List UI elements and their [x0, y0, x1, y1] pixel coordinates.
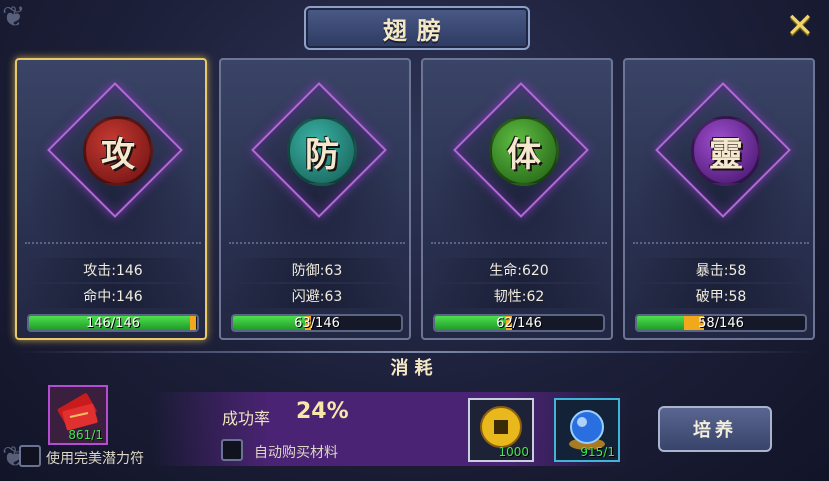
cultivate-button[interactable]: 培养 [658, 406, 772, 452]
window-title: 翅膀 [383, 16, 451, 45]
progress-text: 63/146 [294, 315, 340, 331]
item-count: 861/1 [68, 428, 103, 442]
stat-primary: 攻击:146 [25, 258, 201, 282]
defense-medal-icon: 防 [287, 116, 357, 186]
use-perfect-checkbox[interactable] [19, 445, 41, 467]
success-rate-value: 24% [296, 399, 349, 424]
attribute-card-attack[interactable]: 攻 攻击:146 命中:146 146/146 [15, 58, 207, 340]
stat-secondary: 韧性:62 [431, 284, 607, 308]
progress-text: 58/146 [698, 315, 744, 331]
item-count: 915/1 [580, 445, 615, 459]
corner-ornament-top-left: ❦ [2, 0, 26, 33]
progress-bar: 146/146 [27, 314, 199, 332]
progress-text: 62/146 [496, 315, 542, 331]
use-perfect-label: 使用完美潜力符 [46, 451, 144, 467]
divider [633, 242, 809, 248]
divider [431, 242, 607, 248]
progress-bar: 62/146 [433, 314, 605, 332]
wing-panel: ❦ ❦ 翅膀 ✕ 攻 攻击:146 命中:146 146/146 防 防御:63… [0, 0, 829, 481]
stat-secondary: 闪避:63 [229, 284, 405, 308]
progress-bar: 63/146 [231, 314, 403, 332]
divider [229, 242, 405, 248]
cost-section-title: 消耗 [390, 358, 439, 379]
body-medal-icon: 体 [489, 116, 559, 186]
attribute-card-defense[interactable]: 防 防御:63 闪避:63 63/146 [219, 58, 411, 340]
attribute-card-spirit[interactable]: 靈 暴击:58 破甲:58 58/146 [623, 58, 815, 340]
progress-bar: 58/146 [635, 314, 807, 332]
stat-primary: 防御:63 [229, 258, 405, 282]
success-rate-label: 成功率 [222, 409, 271, 428]
attribute-card-body[interactable]: 体 生命:620 韧性:62 62/146 [421, 58, 613, 340]
spirit-medal-icon: 靈 [691, 116, 761, 186]
gold-coin-item[interactable]: 1000 [468, 398, 534, 462]
title-plate: 翅膀 [304, 6, 530, 50]
item-count: 1000 [498, 445, 529, 459]
potential-talisman-item[interactable]: 861/1 [48, 385, 108, 445]
stat-primary: 生命:620 [431, 258, 607, 282]
stat-secondary: 破甲:58 [633, 284, 809, 308]
close-button[interactable]: ✕ [780, 6, 820, 46]
divider [25, 242, 201, 248]
attack-medal-icon: 攻 [83, 116, 153, 186]
stat-secondary: 命中:146 [25, 284, 201, 308]
progress-text: 146/146 [85, 315, 140, 331]
auto-buy-checkbox[interactable] [221, 439, 243, 461]
stat-primary: 暴击:58 [633, 258, 809, 282]
close-icon: ✕ [785, 6, 815, 46]
auto-buy-label: 自动购买材料 [254, 445, 338, 461]
blue-orb-item[interactable]: 915/1 [554, 398, 620, 462]
